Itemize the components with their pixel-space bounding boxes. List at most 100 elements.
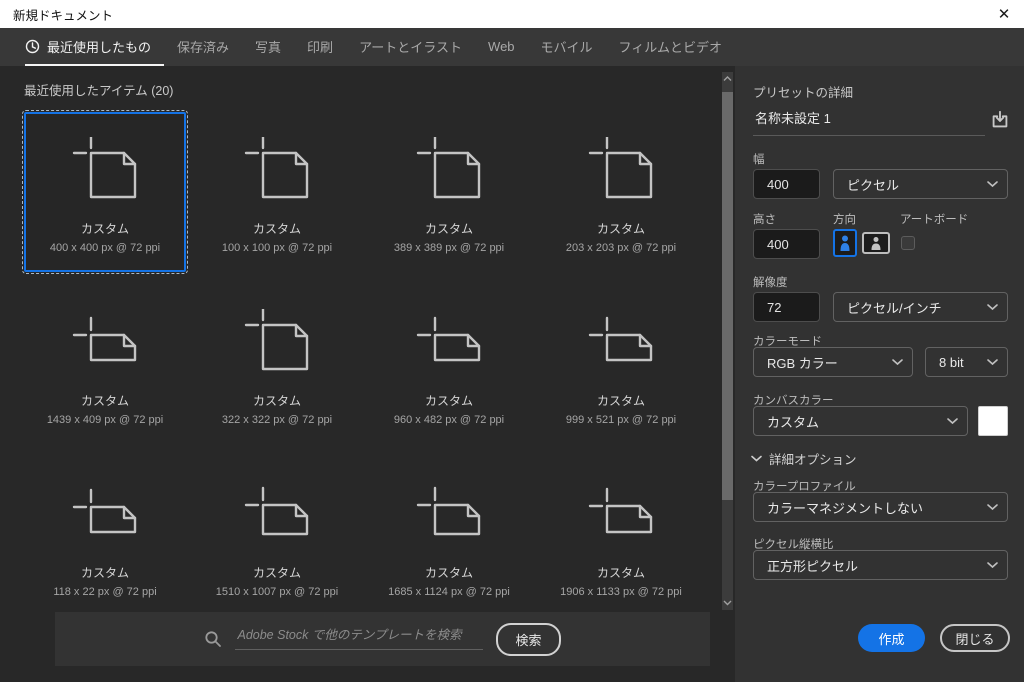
- tab-label: モバイル: [540, 39, 593, 55]
- document-icon: [65, 476, 145, 554]
- close-icon[interactable]: ✕: [993, 3, 1015, 25]
- resolution-unit-select[interactable]: ピクセル/インチ: [833, 292, 1008, 322]
- preset-item[interactable]: カスタム 999 x 521 px @ 72 ppi: [540, 284, 702, 444]
- orientation-portrait-button[interactable]: [833, 229, 857, 257]
- search-input[interactable]: [235, 628, 484, 650]
- preset-item[interactable]: カスタム 1510 x 1007 px @ 72 ppi: [196, 456, 358, 616]
- advanced-options-toggle[interactable]: 詳細オプション: [751, 449, 857, 468]
- document-icon: [409, 476, 489, 554]
- scrollbar-up-icon[interactable]: [722, 73, 733, 85]
- color-profile-select[interactable]: カラーマネジメントしない: [753, 492, 1008, 522]
- chevron-down-icon: [987, 181, 998, 188]
- preset-item[interactable]: カスタム 322 x 322 px @ 72 ppi: [196, 284, 358, 444]
- preset-size: 100 x 100 px @ 72 ppi: [221, 242, 333, 254]
- orientation-landscape-button[interactable]: [862, 232, 890, 254]
- artboard-label: アートボード: [900, 214, 969, 226]
- preset-item[interactable]: カスタム 1906 x 1133 px @ 72 ppi: [540, 456, 702, 616]
- preset-size: 400 x 400 px @ 72 ppi: [49, 242, 161, 254]
- chevron-down-icon: [892, 359, 903, 366]
- scrollbar-down-icon[interactable]: [722, 597, 733, 609]
- save-preset-icon[interactable]: [988, 108, 1012, 132]
- width-unit-select[interactable]: ピクセル: [833, 169, 1008, 199]
- pixel-aspect-select[interactable]: 正方形ピクセル: [753, 550, 1008, 580]
- preset-name: カスタム: [596, 566, 645, 580]
- preset-item[interactable]: カスタム 1685 x 1124 px @ 72 ppi: [368, 456, 530, 616]
- document-icon: [581, 304, 661, 382]
- chevron-down-icon: [751, 455, 762, 462]
- search-button[interactable]: 検索: [496, 622, 561, 656]
- tab-label: Web: [488, 38, 515, 54]
- chevron-down-icon: [987, 504, 998, 511]
- document-icon: [65, 304, 145, 382]
- chevron-down-icon: [947, 418, 958, 425]
- chevron-down-icon: [987, 304, 998, 311]
- canvas-color-select[interactable]: カスタム: [753, 406, 968, 436]
- resolution-input[interactable]: [753, 292, 820, 322]
- canvas-color-swatch[interactable]: [978, 406, 1008, 436]
- scrollbar-thumb[interactable]: [722, 92, 733, 500]
- preset-name: カスタム: [424, 566, 473, 580]
- preset-item[interactable]: カスタム 203 x 203 px @ 72 ppi: [540, 112, 702, 272]
- chevron-down-icon: [987, 562, 998, 569]
- create-button[interactable]: 作成: [858, 624, 925, 652]
- tab-5[interactable]: Web: [475, 28, 528, 66]
- document-icon: [237, 304, 317, 382]
- tab-label: アートとイラスト: [359, 39, 463, 55]
- dialog-title: 新規ドキュメント: [13, 8, 114, 23]
- panel-title: プリセットの詳細: [753, 86, 854, 100]
- color-mode-select[interactable]: RGB カラー: [753, 347, 913, 377]
- close-dialog-button[interactable]: 閉じる: [940, 624, 1010, 652]
- preset-name: カスタム: [252, 394, 301, 408]
- preset-item[interactable]: カスタム 400 x 400 px @ 72 ppi: [22, 110, 188, 274]
- preset-name: カスタム: [80, 222, 129, 236]
- preset-size: 203 x 203 px @ 72 ppi: [565, 242, 677, 254]
- tab-1[interactable]: 保存済み: [164, 28, 242, 66]
- tab-0[interactable]: 最近使用したもの: [25, 28, 165, 66]
- preset-name: カスタム: [252, 566, 301, 580]
- preset-item[interactable]: カスタム 118 x 22 px @ 72 ppi: [24, 456, 186, 616]
- preset-size: 1906 x 1133 px @ 72 ppi: [560, 586, 682, 598]
- document-icon: [581, 132, 661, 210]
- advanced-options-label: 詳細オプション: [769, 453, 857, 467]
- tab-label: フィルムとビデオ: [618, 39, 723, 55]
- preset-size: 322 x 322 px @ 72 ppi: [221, 414, 333, 426]
- tab-3[interactable]: 印刷: [294, 28, 346, 66]
- color-mode-value: RGB カラー: [767, 355, 838, 371]
- tab-4[interactable]: アートとイラスト: [346, 28, 475, 66]
- height-label: 高さ: [753, 214, 776, 226]
- document-name-input[interactable]: [753, 104, 985, 135]
- width-unit-value: ピクセル: [847, 177, 900, 193]
- preset-name: カスタム: [596, 222, 645, 236]
- height-input[interactable]: [753, 229, 820, 259]
- preset-item[interactable]: カスタム 1439 x 409 px @ 72 ppi: [24, 284, 186, 444]
- recent-panel: 最近使用したアイテム (20) カスタム 400 x 400 px @ 72 pp…: [0, 66, 735, 682]
- dialog-titlebar: 新規ドキュメント ✕: [0, 0, 1024, 28]
- document-icon: [65, 132, 145, 210]
- preset-size: 1439 x 409 px @ 72 ppi: [46, 414, 164, 426]
- width-input[interactable]: [753, 169, 820, 199]
- chevron-down-icon: [987, 359, 998, 366]
- preset-details-panel: プリセットの詳細 幅 ピクセル 高さ 方向 アートボード 解像度 ピクセル/イン…: [735, 66, 1024, 682]
- tab-2[interactable]: 写真: [242, 28, 294, 66]
- pixel-aspect-value: 正方形ピクセル: [767, 558, 859, 574]
- document-name-row: [753, 104, 985, 136]
- bit-depth-value: 8 bit: [939, 354, 964, 370]
- preset-item[interactable]: カスタム 960 x 482 px @ 72 ppi: [368, 284, 530, 444]
- tab-label: 写真: [255, 39, 282, 55]
- clock-icon: [25, 39, 40, 54]
- document-icon: [409, 304, 489, 382]
- preset-item[interactable]: カスタム 100 x 100 px @ 72 ppi: [196, 112, 358, 272]
- artboard-checkbox[interactable]: [901, 236, 915, 250]
- tab-6[interactable]: モバイル: [528, 28, 606, 66]
- preset-size: 118 x 22 px @ 72 ppi: [53, 586, 157, 598]
- preset-item[interactable]: カスタム 389 x 389 px @ 72 ppi: [368, 112, 530, 272]
- scrollbar[interactable]: [722, 72, 733, 610]
- tab-7[interactable]: フィルムとビデオ: [606, 28, 735, 66]
- tab-label: 最近使用したもの: [47, 39, 152, 55]
- preset-size: 389 x 389 px @ 72 ppi: [393, 242, 505, 254]
- bit-depth-select[interactable]: 8 bit: [925, 347, 1008, 377]
- tab-label: 保存済み: [177, 39, 230, 55]
- preset-name: カスタム: [80, 566, 129, 580]
- preset-size: 1685 x 1124 px @ 72 ppi: [388, 586, 510, 598]
- preset-name: カスタム: [424, 394, 473, 408]
